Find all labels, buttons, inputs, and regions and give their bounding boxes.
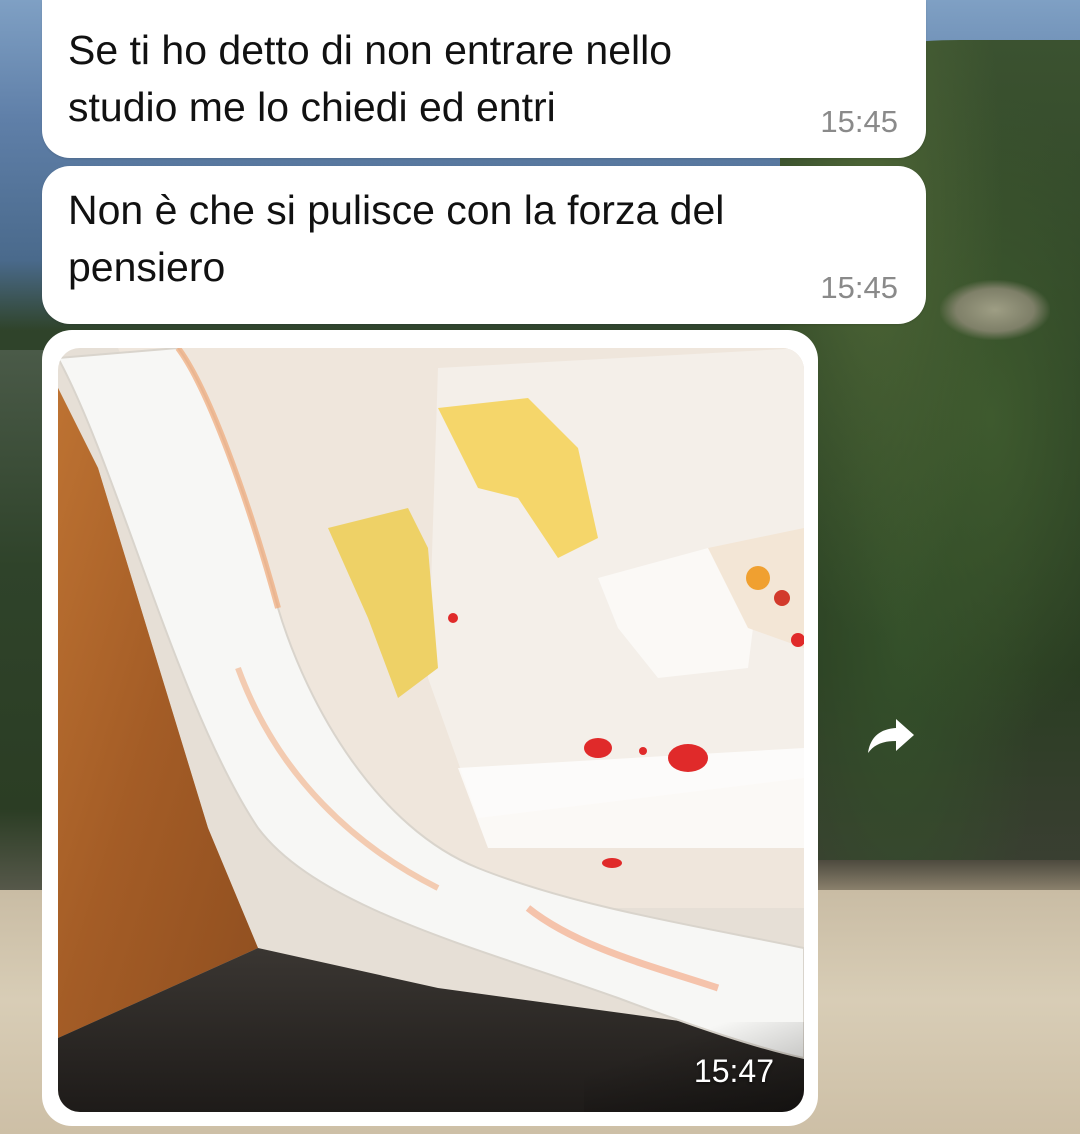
wallpaper-shore bbox=[810, 860, 1080, 890]
message-bubble[interactable]: Se ti ho detto di non entrare nello stud… bbox=[42, 0, 926, 158]
photo-wastebasket-illustration bbox=[58, 348, 804, 1112]
forward-button[interactable] bbox=[862, 706, 920, 764]
message-text: Non è che si pulisce con la forza del pe… bbox=[68, 187, 725, 290]
message-timestamp: 15:45 bbox=[820, 104, 898, 139]
forward-arrow-icon bbox=[868, 719, 914, 753]
message-photo[interactable]: 15:47 bbox=[58, 348, 804, 1112]
message-bubble[interactable]: Non è che si pulisce con la forza del pe… bbox=[42, 166, 926, 324]
message-timestamp: 15:45 bbox=[820, 270, 898, 305]
wallpaper-rock bbox=[940, 280, 1050, 340]
image-message-bubble[interactable]: 15:47 bbox=[42, 330, 818, 1126]
message-text: Se ti ho detto di non entrare nello stud… bbox=[68, 27, 673, 130]
message-timestamp: 15:47 bbox=[693, 1053, 774, 1089]
